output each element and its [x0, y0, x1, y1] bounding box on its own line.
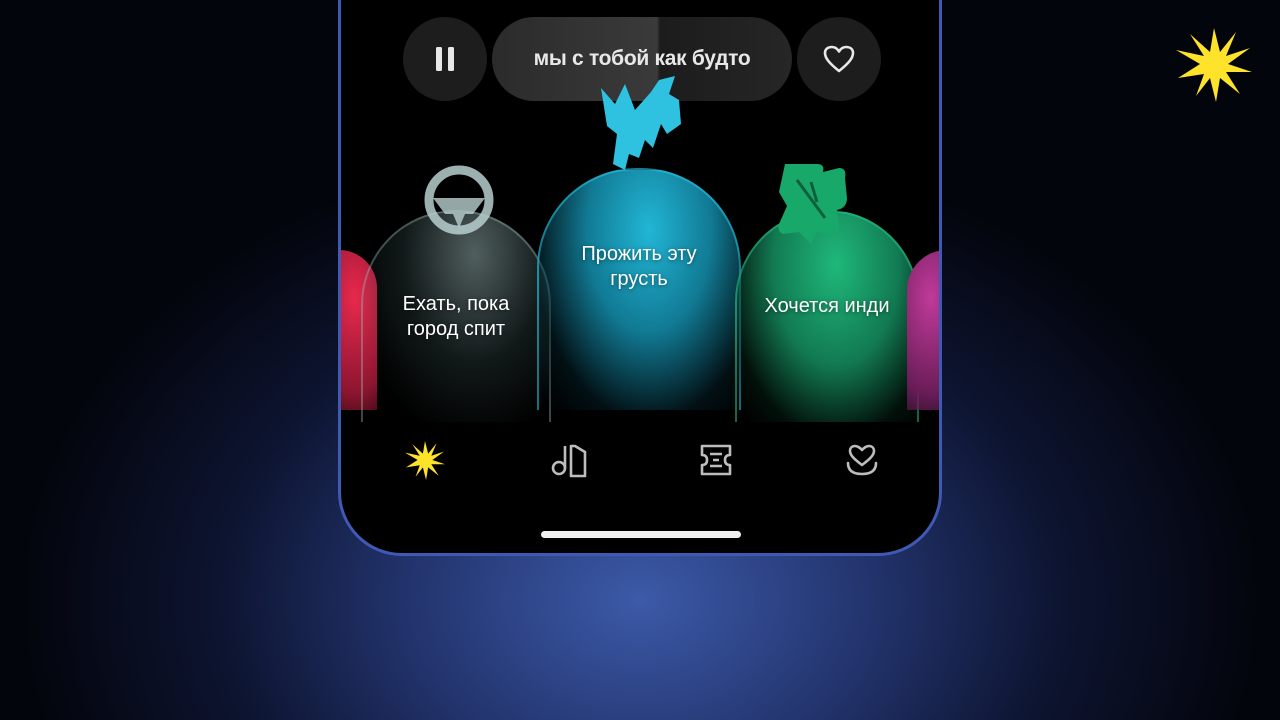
- tab-main[interactable]: [403, 438, 447, 482]
- mood-card-drive[interactable]: Ехать, пока город спит: [361, 165, 551, 422]
- mood-card-label: Хочется инди: [764, 295, 890, 317]
- brand-sparkle-logo: [1176, 26, 1252, 102]
- cloud-hand-icon: [601, 76, 681, 170]
- pause-icon: [436, 47, 454, 71]
- tab-podcasts[interactable]: [694, 438, 738, 482]
- steering-wheel-icon: [424, 165, 494, 235]
- heart-smile-icon: [846, 444, 878, 476]
- collection-icon: [551, 444, 587, 478]
- mood-card-label: Ехать, пока город спит: [402, 293, 510, 340]
- mood-card-sad[interactable]: Прожить эту грусть: [537, 76, 741, 410]
- sparkle-icon: [1176, 28, 1252, 102]
- like-button[interactable]: [797, 17, 881, 101]
- ticket-icon: [700, 444, 732, 476]
- phone-frame: мы с тобой как будто Ехать, пока город с…: [338, 0, 942, 556]
- mood-card-partial-right[interactable]: [907, 250, 939, 410]
- leaf-icon: [778, 164, 847, 244]
- tab-favorites[interactable]: [840, 438, 884, 482]
- bottom-tab-bar: [341, 438, 939, 482]
- sparkle-icon: [405, 441, 445, 480]
- mood-card-indie[interactable]: Хочется инди: [735, 164, 919, 422]
- pause-button[interactable]: [403, 17, 487, 101]
- mood-carousel: Ехать, пока город спит Прожить эту груст…: [341, 76, 939, 430]
- home-indicator[interactable]: [541, 531, 741, 538]
- tab-collection[interactable]: [548, 438, 592, 482]
- mood-card-label: Прожить эту грусть: [581, 243, 697, 290]
- heart-icon: [823, 45, 855, 73]
